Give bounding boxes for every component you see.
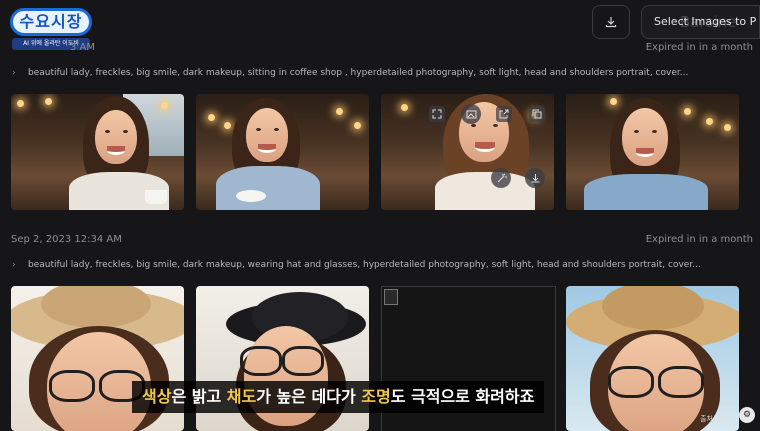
watermark-ghost-text: Barsine: [680, 13, 737, 31]
prompt-text: beautiful lady, freckles, big smile, dar…: [28, 260, 701, 270]
chevron-right-icon: ›: [12, 260, 16, 270]
top-bar: 수요시장 AI 위에 올라탄 이도비 3 AM Barsine Select I…: [0, 0, 760, 53]
image-card[interactable]: [566, 286, 739, 431]
page: 수요시장 AI 위에 올라탄 이도비 3 AM Barsine Select I…: [0, 0, 760, 431]
subtitle-highlight: 색상: [142, 387, 172, 406]
prompt-row[interactable]: › beautiful lady, freckles, big smile, da…: [12, 68, 688, 78]
image-card[interactable]: [381, 94, 554, 210]
image-card[interactable]: [196, 94, 369, 210]
download-button[interactable]: [592, 5, 630, 39]
subtitle-highlight: 조명: [361, 387, 391, 406]
group-date-partial: 3 AM: [70, 42, 96, 53]
prompt-text: beautiful lady, freckles, big smile, dar…: [28, 68, 689, 78]
copy-icon[interactable]: [529, 106, 545, 122]
broken-image-icon: [384, 289, 398, 305]
expired-label: Expired in in a month: [645, 234, 753, 245]
image-card[interactable]: [11, 94, 184, 210]
subtitle-text: 도 극적으로 화려하죠: [390, 387, 535, 406]
wand-icon[interactable]: [491, 168, 511, 188]
video-subtitle: 색상은 밝고 채도가 높은 데다가 조명도 극적으로 화려하죠: [132, 381, 545, 413]
download-icon: [605, 17, 617, 28]
settings-icon[interactable]: ⚙: [739, 407, 755, 423]
select-images-button[interactable]: Barsine Select Images to P: [641, 5, 760, 39]
group-date: Sep 2, 2023 12:34 AM: [11, 234, 122, 245]
image-card[interactable]: [566, 94, 739, 210]
download-icon[interactable]: [525, 168, 545, 188]
expand-icon[interactable]: [429, 106, 445, 122]
open-external-icon[interactable]: [496, 106, 512, 122]
channel-logo-text: 수요시장: [10, 8, 92, 36]
prompt-row[interactable]: › beautiful lady, freckles, big smile, da…: [12, 260, 701, 270]
expired-label: Expired in in a month: [645, 42, 753, 53]
subtitle-text: 가 높은 데다가: [256, 387, 362, 406]
subtitle-text: 은 밝고: [171, 387, 227, 406]
image-icon[interactable]: [461, 104, 481, 124]
chevron-right-icon: ›: [12, 68, 16, 78]
subtitle-highlight: 채도: [226, 387, 257, 406]
